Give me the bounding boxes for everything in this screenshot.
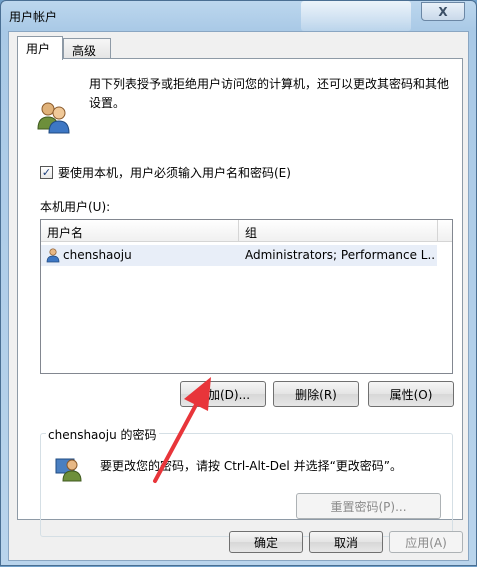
local-users-label: 本机用户(U):: [40, 200, 111, 214]
title-bar[interactable]: 用户帐户 X: [1, 1, 476, 31]
close-button[interactable]: X: [421, 2, 465, 21]
close-icon: X: [438, 4, 448, 19]
user-name-cell: chenshaoju: [63, 248, 132, 262]
add-user-button-label: 添加(D)...: [195, 387, 251, 402]
apply-button[interactable]: 应用(A): [389, 531, 463, 553]
user-group-cell: Administrators; Performance L...: [245, 248, 435, 262]
users-list[interactable]: 用户名 组 chenshaoju Administrators; Perform…: [40, 219, 453, 374]
title-bar-glow: [301, 1, 411, 31]
column-divider[interactable]: [238, 220, 239, 242]
cancel-button[interactable]: 取消: [309, 531, 383, 553]
remove-user-button[interactable]: 删除(R): [273, 381, 359, 407]
check-mark: ✓: [41, 166, 52, 179]
dialog-client-area: 用户 高级 用下列表授予或拒绝用户访问您的计算机，还可以更改其密码和其他设置。 …: [8, 31, 469, 561]
tab-users[interactable]: 用户: [17, 36, 63, 60]
users-tab-panel: 用下列表授予或拒绝用户访问您的计算机，还可以更改其密码和其他设置。 ✓ 要使用本…: [17, 58, 463, 537]
user-icon: [46, 248, 60, 263]
window-title: 用户帐户: [9, 10, 58, 24]
remove-user-button-label: 删除(R): [295, 387, 337, 402]
properties-button-label: 属性(O): [389, 387, 433, 402]
column-group[interactable]: 组: [245, 224, 257, 241]
table-row[interactable]: chenshaoju Administrators; Performance L…: [41, 245, 437, 266]
column-username[interactable]: 用户名: [47, 224, 83, 241]
password-groupbox: [40, 433, 453, 537]
tab-users-label: 用户: [26, 42, 51, 56]
require-login-checkbox[interactable]: ✓: [40, 166, 53, 179]
cancel-button-label: 取消: [333, 535, 358, 550]
users-icon: [37, 102, 70, 134]
column-divider[interactable]: [437, 220, 438, 242]
add-user-button[interactable]: 添加(D)...: [180, 381, 266, 407]
tab-advanced[interactable]: 高级: [63, 38, 111, 60]
properties-button[interactable]: 属性(O): [368, 381, 454, 407]
intro-text: 用下列表授予或拒绝用户访问您的计算机，还可以更改其密码和其他设置。: [89, 77, 450, 110]
ok-button[interactable]: 确定: [229, 531, 303, 553]
require-login-label[interactable]: 要使用本机，用户必须输入用户名和密码(E): [58, 164, 291, 181]
user-accounts-window: 用户帐户 X 用户 高级 用下列表授予或拒绝用户访问您的计算机，还可以更改其密码…: [0, 0, 477, 566]
users-list-header: 用户名 组: [41, 220, 452, 242]
tab-advanced-label: 高级: [72, 44, 97, 58]
reset-password-button-label: 重置密码(P)...: [330, 499, 407, 514]
change-password-text: 要更改您的密码，请按 Ctrl-Alt-Del 并选择“更改密码”。: [100, 459, 403, 473]
apply-button-label: 应用(A): [405, 535, 447, 550]
password-group-title: chenshaoju 的密码: [46, 426, 159, 443]
reset-password-button[interactable]: 重置密码(P)...: [296, 493, 441, 519]
user-key-icon: [55, 458, 82, 482]
ok-button-label: 确定: [253, 535, 278, 550]
